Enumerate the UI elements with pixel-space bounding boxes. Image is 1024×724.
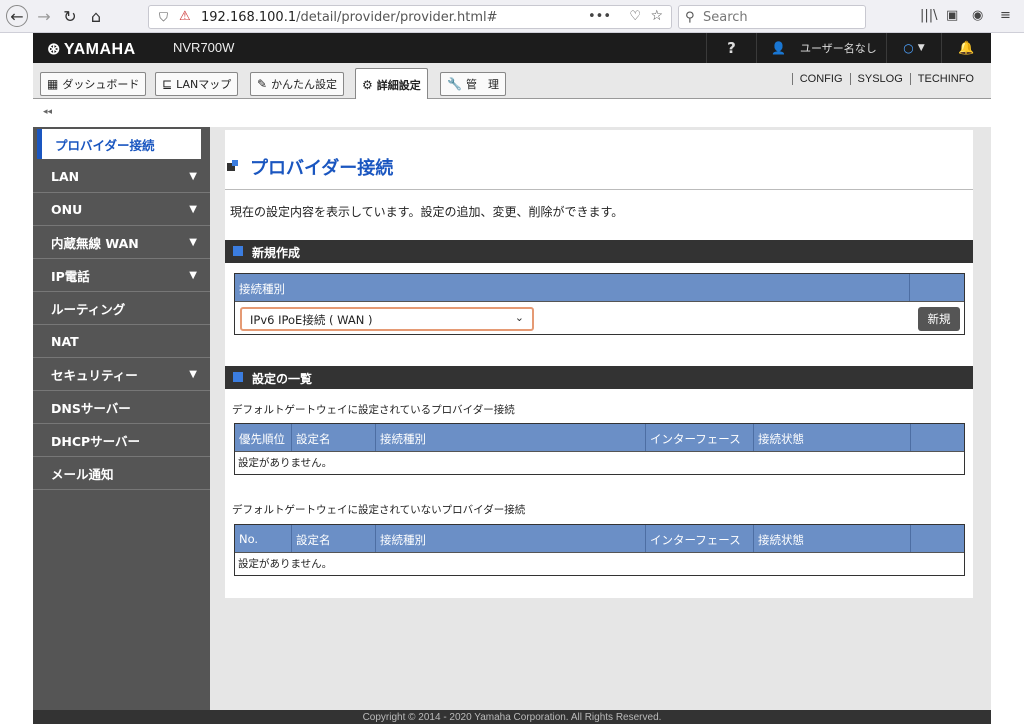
sidebar-item-provider[interactable]: プロバイダー接続 bbox=[37, 129, 201, 159]
app-header: ⊛ YAMAHA NVR700W ? 👤 ユーザー名なし ○ ▼ 🔔 bbox=[33, 33, 991, 63]
tab-easy-setup[interactable]: ✎ かんたん設定 bbox=[250, 72, 345, 96]
tab-management[interactable]: 🔧 管 理 bbox=[440, 72, 506, 96]
status-dropdown[interactable]: ○ ▼ bbox=[886, 33, 941, 63]
sidebar-item-wireless-wan[interactable]: 内蔵無線 WAN ▼ bbox=[33, 226, 210, 259]
default-gateway-table: 優先順位 設定名 接続種別 インターフェース 接続状態 設定がありません。 bbox=[234, 423, 965, 475]
insecure-lock-icon: ⚠ bbox=[179, 9, 191, 24]
non-default-gateway-table: No. 設定名 接続種別 インターフェース 接続状態 設定がありません。 bbox=[234, 524, 965, 576]
collapse-sidebar-icon[interactable]: ◂◂ bbox=[43, 107, 52, 117]
config-link[interactable]: CONFIG bbox=[791, 73, 850, 85]
lan-map-icon: ⊑ bbox=[162, 77, 173, 91]
sidebar-item-security[interactable]: セキュリティー ▼ bbox=[33, 358, 210, 391]
sidebar-item-routing[interactable]: ルーティング bbox=[33, 292, 210, 325]
main-content: プロバイダー接続 現在の設定内容を表示しています。設定の追加、変更、削除ができま… bbox=[210, 127, 991, 710]
column-status: 接続状態 bbox=[754, 525, 911, 552]
yamaha-logo: ⊛ YAMAHA bbox=[47, 41, 136, 58]
gear-icon: ⚙ bbox=[362, 77, 373, 92]
sidebar-item-lan[interactable]: LAN ▼ bbox=[33, 160, 210, 193]
column-connection-type: 接続種別 bbox=[235, 274, 911, 301]
column-no: No. bbox=[235, 525, 292, 552]
search-placeholder: Search bbox=[703, 10, 748, 25]
chevron-down-icon: ▼ bbox=[189, 171, 197, 182]
syslog-link[interactable]: SYSLOG bbox=[849, 73, 910, 85]
loading-circle-icon: ○ bbox=[903, 41, 914, 55]
new-section-header: 新規作成 bbox=[225, 240, 973, 263]
empty-message: 設定がありません。 bbox=[238, 558, 333, 570]
wand-icon: ✎ bbox=[257, 77, 268, 91]
new-connection-table: 接続種別 IPv6 IPoE接続 ( WAN ) ⌄ 新規 bbox=[234, 273, 965, 335]
user-menu[interactable]: 👤 ユーザー名なし bbox=[756, 33, 886, 63]
help-icon[interactable]: ? bbox=[706, 33, 756, 63]
column-interface: インターフェース bbox=[646, 424, 754, 451]
bookmark-star-icon[interactable]: ☆ bbox=[650, 8, 663, 24]
sidebar-item-ip-phone[interactable]: IP電話 ▼ bbox=[33, 259, 210, 292]
footer-copyright: Copyright © 2014 - 2020 Yamaha Corporati… bbox=[33, 710, 991, 724]
url-host: 192.168.100.1 bbox=[201, 10, 297, 25]
chevron-down-icon: ▼ bbox=[189, 369, 197, 380]
list-section-header: 設定の一覧 bbox=[225, 366, 973, 389]
column-name: 設定名 bbox=[292, 525, 376, 552]
forward-icon[interactable]: → bbox=[33, 5, 55, 27]
dashboard-icon: ▦ bbox=[47, 77, 59, 91]
column-connection-type: 接続種別 bbox=[376, 525, 646, 552]
techinfo-link[interactable]: TECHINFO bbox=[909, 73, 981, 85]
browser-toolbar: ← → ↻ ⌂ ⛉ ⚠ 192.168.100.1/detail/provide… bbox=[0, 0, 1024, 33]
sidebar-item-mail[interactable]: メール通知 bbox=[33, 457, 210, 490]
connection-type-select[interactable]: IPv6 IPoE接続 ( WAN ) ⌄ bbox=[240, 307, 534, 331]
empty-message: 設定がありません。 bbox=[238, 457, 333, 469]
library-icon[interactable]: |||\ bbox=[920, 8, 938, 23]
user-icon: 👤 bbox=[771, 41, 786, 55]
sidebar-item-dhcp[interactable]: DHCPサーバー bbox=[33, 424, 210, 457]
reload-icon[interactable]: ↻ bbox=[59, 5, 81, 27]
section-square-icon bbox=[233, 372, 243, 382]
search-field[interactable]: ⚲ Search bbox=[678, 5, 866, 29]
column-name: 設定名 bbox=[292, 424, 376, 451]
column-status: 接続状態 bbox=[754, 424, 911, 451]
sidebar: プロバイダー接続 LAN ▼ ONU ▼ 内蔵無線 WAN ▼ IP電話 ▼ ルーティン… bbox=[33, 127, 210, 710]
non-default-gateway-label: デフォルトゲートウェイに設定されていないプロバイダー接続 bbox=[232, 504, 526, 516]
chevron-down-icon: ▼ bbox=[189, 237, 197, 248]
title-square-icon bbox=[227, 160, 238, 171]
chevron-down-icon: ▼ bbox=[189, 270, 197, 281]
sidebar-icon[interactable]: ▣ bbox=[946, 8, 958, 23]
section-square-icon bbox=[233, 246, 243, 256]
chevron-down-icon: ⌄ bbox=[514, 311, 524, 324]
sidebar-item-dns[interactable]: DNSサーバー bbox=[33, 391, 210, 424]
table-header: No. 設定名 接続種別 インターフェース 接続状態 bbox=[235, 525, 964, 553]
sidebar-item-onu[interactable]: ONU ▼ bbox=[33, 193, 210, 226]
column-interface: インターフェース bbox=[646, 525, 754, 552]
new-button[interactable]: 新規 bbox=[918, 307, 960, 331]
content-panel: プロバイダー接続 現在の設定内容を表示しています。設定の追加、変更、削除ができま… bbox=[225, 130, 973, 598]
url-path: /detail/provider/provider.html# bbox=[296, 10, 498, 25]
home-icon[interactable]: ⌂ bbox=[85, 5, 107, 27]
tab-advanced-settings[interactable]: ⚙ 詳細設定 bbox=[355, 68, 428, 100]
column-priority: 優先順位 bbox=[235, 424, 292, 451]
collapse-row: ◂◂ bbox=[33, 99, 991, 127]
address-bar[interactable]: ⛉ ⚠ 192.168.100.1/detail/provider/provid… bbox=[148, 5, 672, 29]
pocket-icon[interactable]: ♡ bbox=[629, 9, 641, 24]
caret-down-icon: ▼ bbox=[917, 43, 925, 53]
new-connection-header: 接続種別 bbox=[235, 274, 964, 302]
back-icon[interactable]: ← bbox=[6, 5, 28, 27]
column-connection-type: 接続種別 bbox=[376, 424, 646, 451]
table-header: 優先順位 設定名 接続種別 インターフェース 接続状態 bbox=[235, 424, 964, 452]
page-description: 現在の設定内容を表示しています。設定の追加、変更、削除ができます。 bbox=[230, 205, 624, 219]
page-actions-icon[interactable]: ••• bbox=[588, 9, 611, 24]
tab-lan-map[interactable]: ⊑ LANマップ bbox=[155, 72, 239, 96]
wrench-icon: 🔧 bbox=[447, 77, 462, 91]
search-icon: ⚲ bbox=[685, 10, 695, 25]
tab-dashboard[interactable]: ▦ ダッシュボード bbox=[40, 72, 147, 96]
default-gateway-label: デフォルトゲートウェイに設定されているプロバイダー接続 bbox=[232, 404, 515, 416]
account-icon[interactable]: ◉ bbox=[972, 8, 983, 23]
bell-icon[interactable]: 🔔 bbox=[941, 33, 991, 63]
page-title: プロバイダー接続 bbox=[225, 152, 973, 190]
main-tabbar: ▦ ダッシュボード ⊑ LANマップ ✎ かんたん設定 ⚙ 詳細設定 🔧 管 理 CONF… bbox=[33, 63, 991, 100]
menu-icon[interactable]: ≡ bbox=[1000, 8, 1011, 23]
chevron-down-icon: ▼ bbox=[189, 204, 197, 215]
shield-icon: ⛉ bbox=[159, 10, 169, 24]
sidebar-item-nat[interactable]: NAT bbox=[33, 325, 210, 358]
user-name: ユーザー名なし bbox=[799, 42, 877, 55]
device-model: NVR700W bbox=[173, 40, 235, 55]
